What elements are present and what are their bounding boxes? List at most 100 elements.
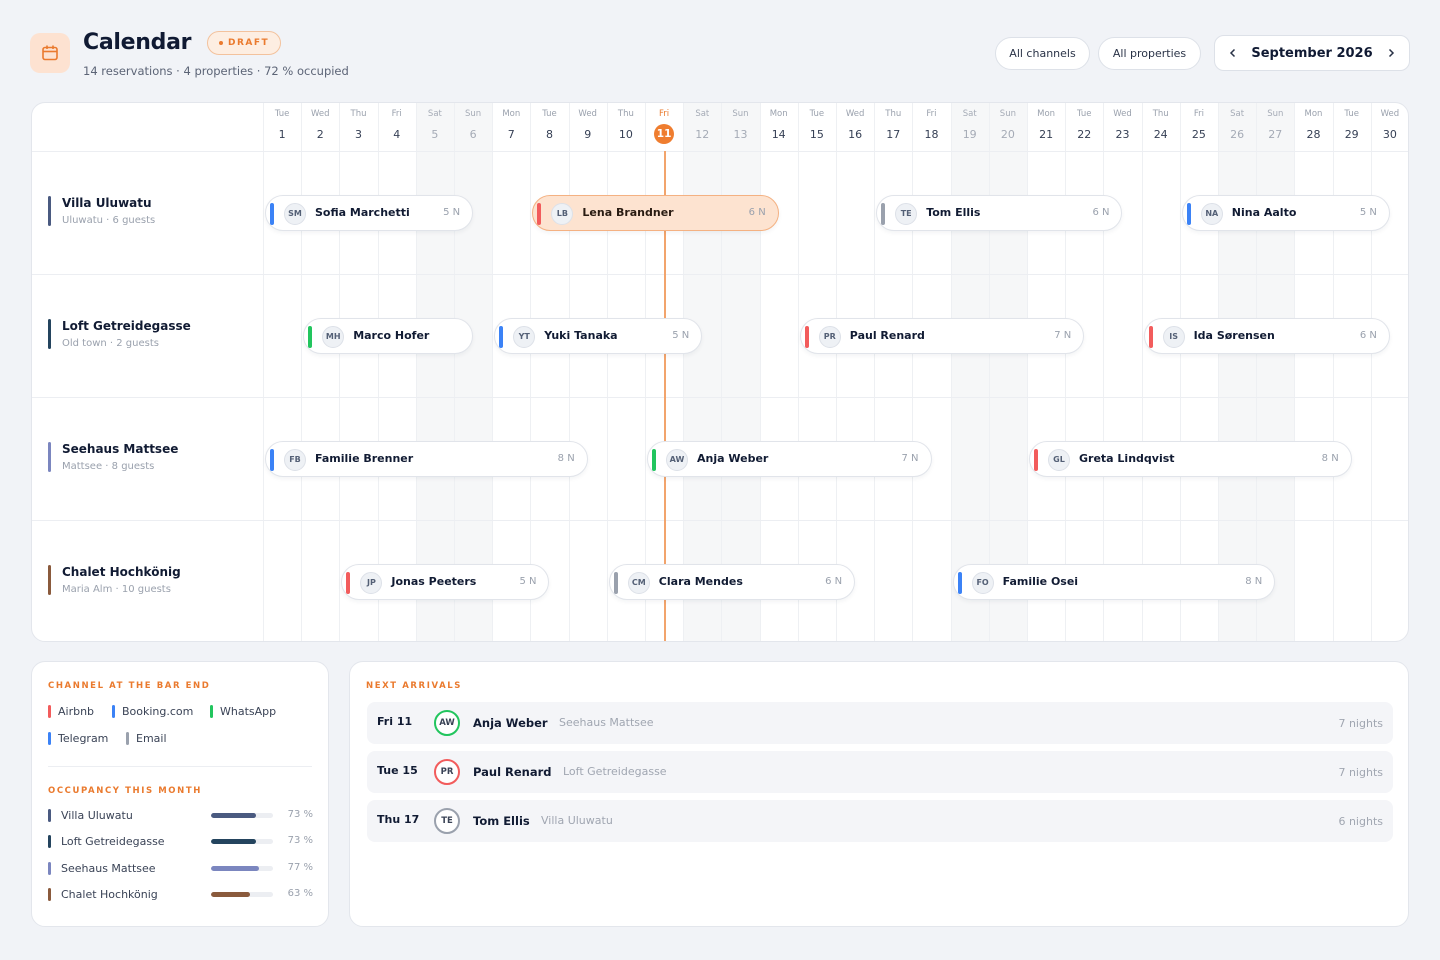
- arrival-guest: Tom Ellis: [473, 814, 530, 828]
- grid-column-line: [1371, 103, 1372, 641]
- grid-column-line: [798, 103, 799, 641]
- all-channels-button[interactable]: All channels: [995, 37, 1090, 70]
- property-meta: Uluwatu · 6 guests: [62, 215, 156, 226]
- day-of-week: Sat: [427, 109, 442, 119]
- next-arrivals-title: NEXT ARRIVALS: [366, 681, 462, 691]
- day-of-week: Wed: [1113, 109, 1132, 119]
- day-header-3[interactable]: Thu 3: [339, 103, 377, 151]
- booking-bar[interactable]: JP Jonas Peeters 5 N: [341, 563, 550, 600]
- day-number: 30: [1382, 127, 1397, 141]
- calendar-grid: Tue 1 Wed 2 Thu 3 Fri 4 Sat 5 Sun 6 Mon 7 Tue 8 Wed 9 Thu 1…: [31, 102, 1409, 642]
- today-marker: 11: [654, 124, 675, 144]
- day-header-7[interactable]: Mon 7: [492, 103, 530, 151]
- booking-bar[interactable]: TE Tom Ellis 6 N: [876, 194, 1123, 231]
- weekend-column: [988, 103, 1027, 641]
- grid-column-line: [530, 103, 531, 641]
- day-header-11[interactable]: Fri 11: [645, 103, 683, 151]
- guest-name: Paul Renard: [849, 328, 925, 342]
- property-name: Chalet Hochkönig: [62, 565, 181, 579]
- booking-bar[interactable]: GL Greta Lindqvist 8 N: [1029, 440, 1352, 477]
- grid-column-line: [1027, 103, 1028, 641]
- day-header-28[interactable]: Mon 28: [1294, 103, 1332, 151]
- day-header-17[interactable]: Thu 17: [874, 103, 912, 151]
- day-number: 20: [1000, 127, 1015, 141]
- occupancy-property: Seehaus Mattsee: [61, 861, 156, 875]
- day-header-16[interactable]: Wed 16: [836, 103, 874, 151]
- channel-indicator: [1186, 202, 1191, 225]
- day-of-week: Mon: [502, 109, 521, 119]
- day-header-21[interactable]: Mon 21: [1027, 103, 1065, 151]
- day-header-14[interactable]: Mon 14: [760, 103, 798, 151]
- property-name: Loft Getreidegasse: [62, 319, 191, 333]
- booking-bar[interactable]: PR Paul Renard 7 N: [799, 317, 1085, 354]
- legend-swatch: [126, 732, 129, 745]
- booking-bar[interactable]: CM Clara Mendes 6 N: [608, 563, 856, 600]
- day-header-29[interactable]: Tue 29: [1333, 103, 1371, 151]
- day-of-week: Tue: [274, 109, 290, 119]
- booking-bar[interactable]: LB Lena Brandner 6 N: [532, 194, 779, 231]
- day-header-19[interactable]: Sat 19: [951, 103, 989, 151]
- occupancy-swatch: [48, 887, 51, 901]
- day-header-4[interactable]: Fri 4: [378, 103, 416, 151]
- day-header-18[interactable]: Fri 18: [912, 103, 950, 151]
- guest-avatar: MH: [322, 325, 345, 348]
- grid-column-line: [874, 103, 875, 641]
- occupancy-bar: [211, 865, 273, 871]
- arrival-nights: 7 nights: [1338, 766, 1383, 779]
- day-header-27[interactable]: Sun 27: [1256, 103, 1294, 151]
- day-number: 9: [584, 127, 592, 141]
- legend-label: Booking.com: [122, 705, 194, 718]
- booking-bar[interactable]: IS Ida Sørensen 6 N: [1143, 317, 1390, 354]
- all-properties-button[interactable]: All properties: [1098, 37, 1201, 70]
- grid-column-line: [1142, 103, 1143, 641]
- booking-bar[interactable]: FB Familie Brenner 8 N: [265, 440, 588, 477]
- occupancy-bar: [211, 891, 273, 897]
- arrival-row[interactable]: Tue 15 PR Paul Renard Loft Getreidegasse 7 n…: [367, 751, 1393, 793]
- day-number: 11: [645, 123, 683, 145]
- day-header-5[interactable]: Sat 5: [416, 103, 454, 151]
- booking-bar[interactable]: NA Nina Aalto 5 N: [1181, 194, 1390, 231]
- property-name: Villa Uluwatu: [62, 196, 152, 210]
- grid-column-line: [645, 103, 646, 641]
- day-header-13[interactable]: Sun 13: [721, 103, 759, 151]
- nights-count: 5 N: [443, 206, 461, 218]
- booking-bar[interactable]: AW Anja Weber 7 N: [647, 440, 932, 477]
- occupancy-swatch: [48, 861, 51, 875]
- day-header-2[interactable]: Wed 2: [301, 103, 339, 151]
- day-header-25[interactable]: Fri 25: [1180, 103, 1218, 151]
- day-of-week: Fri: [659, 109, 670, 119]
- booking-bar[interactable]: MH Marco Hofer: [303, 317, 474, 354]
- day-header-30[interactable]: Wed 30: [1371, 103, 1408, 151]
- day-header-23[interactable]: Wed 23: [1103, 103, 1141, 151]
- booking-bar[interactable]: YT Yuki Tanaka 5 N: [494, 317, 703, 354]
- day-of-week: Sat: [695, 109, 710, 119]
- day-header-24[interactable]: Thu 24: [1142, 103, 1180, 151]
- day-header-22[interactable]: Tue 22: [1065, 103, 1103, 151]
- day-header-1[interactable]: Tue 1: [263, 103, 301, 151]
- day-header-6[interactable]: Sun 6: [454, 103, 492, 151]
- prev-month-button[interactable]: [1221, 41, 1245, 65]
- weekend-column: [683, 103, 722, 641]
- header-divider: [32, 151, 1408, 152]
- booking-bar[interactable]: SM Sofia Marchetti 5 N: [265, 194, 474, 231]
- booking-bar[interactable]: FO Familie Osei 8 N: [952, 563, 1276, 600]
- property-meta: Old town · 2 guests: [62, 338, 159, 349]
- day-header-12[interactable]: Sat 12: [683, 103, 721, 151]
- arrival-property: Villa Uluwatu: [541, 814, 613, 827]
- day-header-9[interactable]: Wed 9: [569, 103, 607, 151]
- legend-telegram: Telegram: [48, 732, 108, 745]
- nights-count: 8 N: [557, 452, 575, 464]
- day-number: 17: [886, 127, 901, 141]
- arrival-day: Fri 11: [377, 715, 413, 728]
- arrival-row[interactable]: Fri 11 AW Anja Weber Seehaus Mattsee 7 night…: [367, 702, 1393, 744]
- guest-name: Ida Sørensen: [1193, 328, 1275, 342]
- day-header-8[interactable]: Tue 8: [530, 103, 568, 151]
- grid-column-line: [951, 103, 952, 641]
- day-header-10[interactable]: Thu 10: [607, 103, 645, 151]
- arrival-row[interactable]: Thu 17 TE Tom Ellis Villa Uluwatu 6 nights: [367, 800, 1393, 842]
- next-month-button[interactable]: [1379, 41, 1403, 65]
- day-of-week: Thu: [1152, 109, 1169, 119]
- day-header-20[interactable]: Sun 20: [989, 103, 1027, 151]
- day-header-15[interactable]: Tue 15: [798, 103, 836, 151]
- day-header-26[interactable]: Sat 26: [1218, 103, 1256, 151]
